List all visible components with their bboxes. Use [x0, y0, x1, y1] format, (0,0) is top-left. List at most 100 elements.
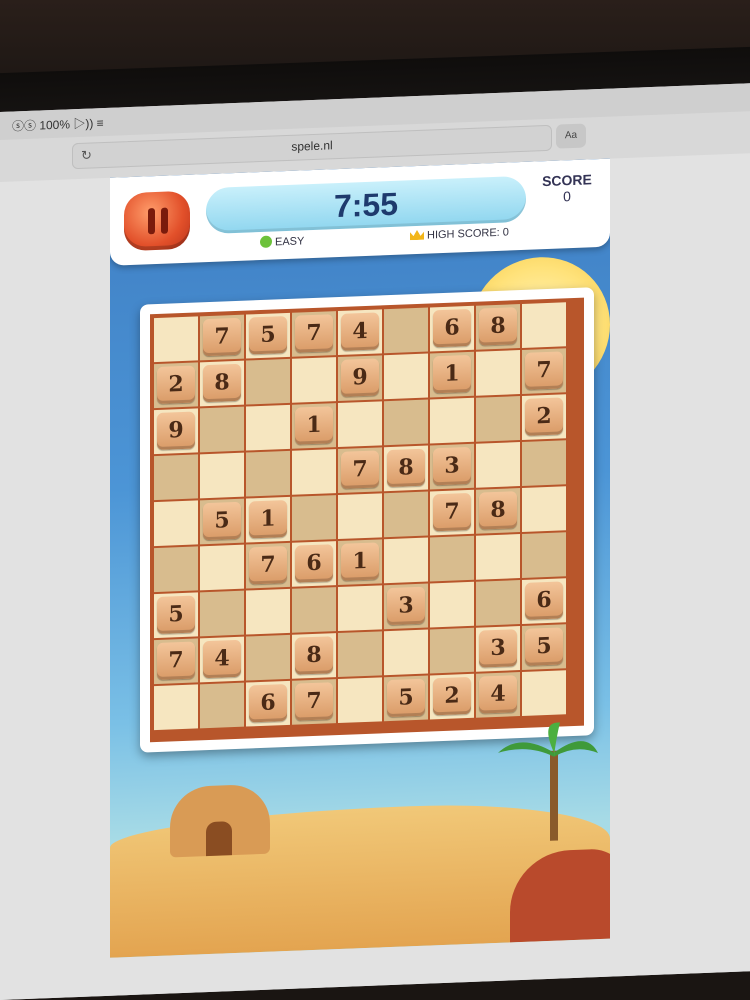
sudoku-cell[interactable]: 4	[476, 672, 520, 718]
sudoku-cell[interactable]: 7	[430, 489, 474, 536]
score-block: SCORE 0	[532, 171, 602, 206]
sudoku-cell[interactable]: 7	[292, 679, 336, 725]
sudoku-cell[interactable]	[430, 397, 474, 444]
number-tile: 8	[479, 491, 517, 530]
sudoku-cell[interactable]	[384, 491, 428, 538]
sudoku-cell[interactable]	[476, 442, 520, 488]
sudoku-cell[interactable]: 5	[384, 675, 428, 722]
sudoku-cell[interactable]: 1	[338, 539, 382, 586]
sudoku-cell[interactable]	[246, 634, 290, 681]
difficulty-indicator: EASY	[260, 234, 304, 249]
url-text: spele.nl	[291, 138, 333, 154]
sudoku-cell[interactable]	[200, 452, 244, 499]
sudoku-cell[interactable]: 9	[338, 355, 382, 402]
sudoku-cell[interactable]: 3	[476, 626, 520, 672]
sudoku-cell[interactable]	[384, 353, 428, 400]
sudoku-cell[interactable]	[292, 495, 336, 541]
sudoku-cell[interactable]: 6	[246, 680, 290, 727]
sudoku-cell[interactable]	[476, 396, 520, 442]
sudoku-cell[interactable]	[292, 357, 336, 403]
difficulty-label: EASY	[275, 235, 305, 249]
sudoku-cell[interactable]	[200, 590, 244, 637]
palm-tree-icon	[498, 722, 598, 841]
sudoku-cell[interactable]	[292, 449, 336, 495]
sudoku-cell[interactable]	[522, 670, 566, 716]
sudoku-cell[interactable]	[476, 580, 520, 626]
hut-decoration	[170, 783, 270, 858]
sudoku-cell[interactable]: 4	[338, 309, 382, 356]
sudoku-cell[interactable]	[384, 307, 428, 354]
sudoku-cell[interactable]	[154, 500, 198, 547]
sudoku-cell[interactable]	[246, 358, 290, 405]
sudoku-cell[interactable]	[522, 440, 566, 486]
sudoku-cell[interactable]	[246, 404, 290, 451]
sudoku-cell[interactable]: 6	[522, 578, 566, 624]
sudoku-cell[interactable]: 5	[522, 624, 566, 670]
sudoku-cell[interactable]	[292, 587, 336, 633]
number-tile: 9	[341, 358, 379, 397]
sudoku-cell[interactable]	[384, 399, 428, 446]
sudoku-cell[interactable]: 2	[430, 673, 474, 720]
sudoku-cell[interactable]	[154, 316, 198, 363]
number-tile: 6	[525, 581, 563, 620]
number-tile: 6	[433, 308, 471, 348]
sudoku-cell[interactable]	[430, 627, 474, 674]
sudoku-cell[interactable]	[338, 631, 382, 678]
sudoku-cell[interactable]: 3	[430, 443, 474, 490]
sudoku-cell[interactable]: 6	[292, 541, 336, 587]
sudoku-cell[interactable]: 7	[292, 311, 336, 357]
high-score-label: HIGH SCORE: 0	[427, 226, 509, 242]
number-tile: 7	[295, 682, 333, 721]
sudoku-cell[interactable]	[200, 544, 244, 591]
sudoku-cell[interactable]	[338, 585, 382, 632]
sudoku-cell[interactable]: 7	[154, 638, 198, 685]
sudoku-cell[interactable]: 1	[292, 403, 336, 449]
reader-button[interactable]: Aa	[556, 123, 586, 149]
sudoku-cell[interactable]: 1	[246, 496, 290, 543]
sudoku-cell[interactable]	[476, 350, 520, 396]
sudoku-cell[interactable]	[384, 629, 428, 676]
sudoku-cell[interactable]	[430, 535, 474, 582]
browser-screen: ⓢⓢ 100% ▷)) ≡ ↻ spele.nl Aa 7:55 SCORE 0…	[0, 83, 750, 1000]
sudoku-cell[interactable]: 4	[200, 636, 244, 683]
sudoku-cell[interactable]: 8	[476, 304, 520, 350]
sudoku-cell[interactable]	[154, 454, 198, 501]
sudoku-cell[interactable]	[200, 682, 244, 729]
sudoku-cell[interactable]: 5	[246, 312, 290, 359]
sudoku-cell[interactable]: 5	[154, 592, 198, 639]
sudoku-cell[interactable]	[338, 677, 382, 724]
pause-button[interactable]	[124, 190, 190, 252]
sudoku-cell[interactable]: 8	[384, 445, 428, 492]
sudoku-cell[interactable]	[200, 406, 244, 453]
sudoku-cell[interactable]: 8	[476, 488, 520, 534]
sudoku-cell[interactable]	[476, 534, 520, 580]
sudoku-cell[interactable]: 5	[200, 498, 244, 545]
number-tile: 2	[433, 676, 471, 716]
sudoku-cell[interactable]: 2	[522, 394, 566, 440]
sudoku-cell[interactable]	[384, 537, 428, 584]
sudoku-cell[interactable]: 9	[154, 408, 198, 455]
sudoku-cell[interactable]	[338, 493, 382, 540]
sudoku-cell[interactable]	[522, 486, 566, 532]
sudoku-cell[interactable]	[430, 581, 474, 628]
sudoku-cell[interactable]	[154, 546, 198, 593]
sudoku-cell[interactable]	[246, 588, 290, 635]
sudoku-cell[interactable]: 2	[154, 362, 198, 409]
sudoku-cell[interactable]: 7	[338, 447, 382, 494]
sudoku-cell[interactable]	[522, 532, 566, 578]
sudoku-cell[interactable]	[522, 302, 566, 348]
number-tile: 8	[295, 636, 333, 675]
sudoku-cell[interactable]: 8	[200, 360, 244, 407]
sudoku-cell[interactable]: 7	[246, 542, 290, 589]
sudoku-cell[interactable]: 6	[430, 305, 474, 352]
sudoku-cell[interactable]: 8	[292, 633, 336, 679]
timer-panel: 7:55	[206, 175, 526, 235]
sudoku-cell[interactable]: 1	[430, 351, 474, 398]
sudoku-cell[interactable]: 7	[522, 348, 566, 394]
sudoku-cell[interactable]	[338, 401, 382, 448]
sudoku-cell[interactable]: 3	[384, 583, 428, 630]
sudoku-cell[interactable]	[246, 450, 290, 497]
sudoku-cell[interactable]	[154, 684, 198, 731]
status-indicators: ⓢⓢ 100% ▷)) ≡	[12, 116, 104, 134]
sudoku-cell[interactable]: 7	[200, 314, 244, 361]
